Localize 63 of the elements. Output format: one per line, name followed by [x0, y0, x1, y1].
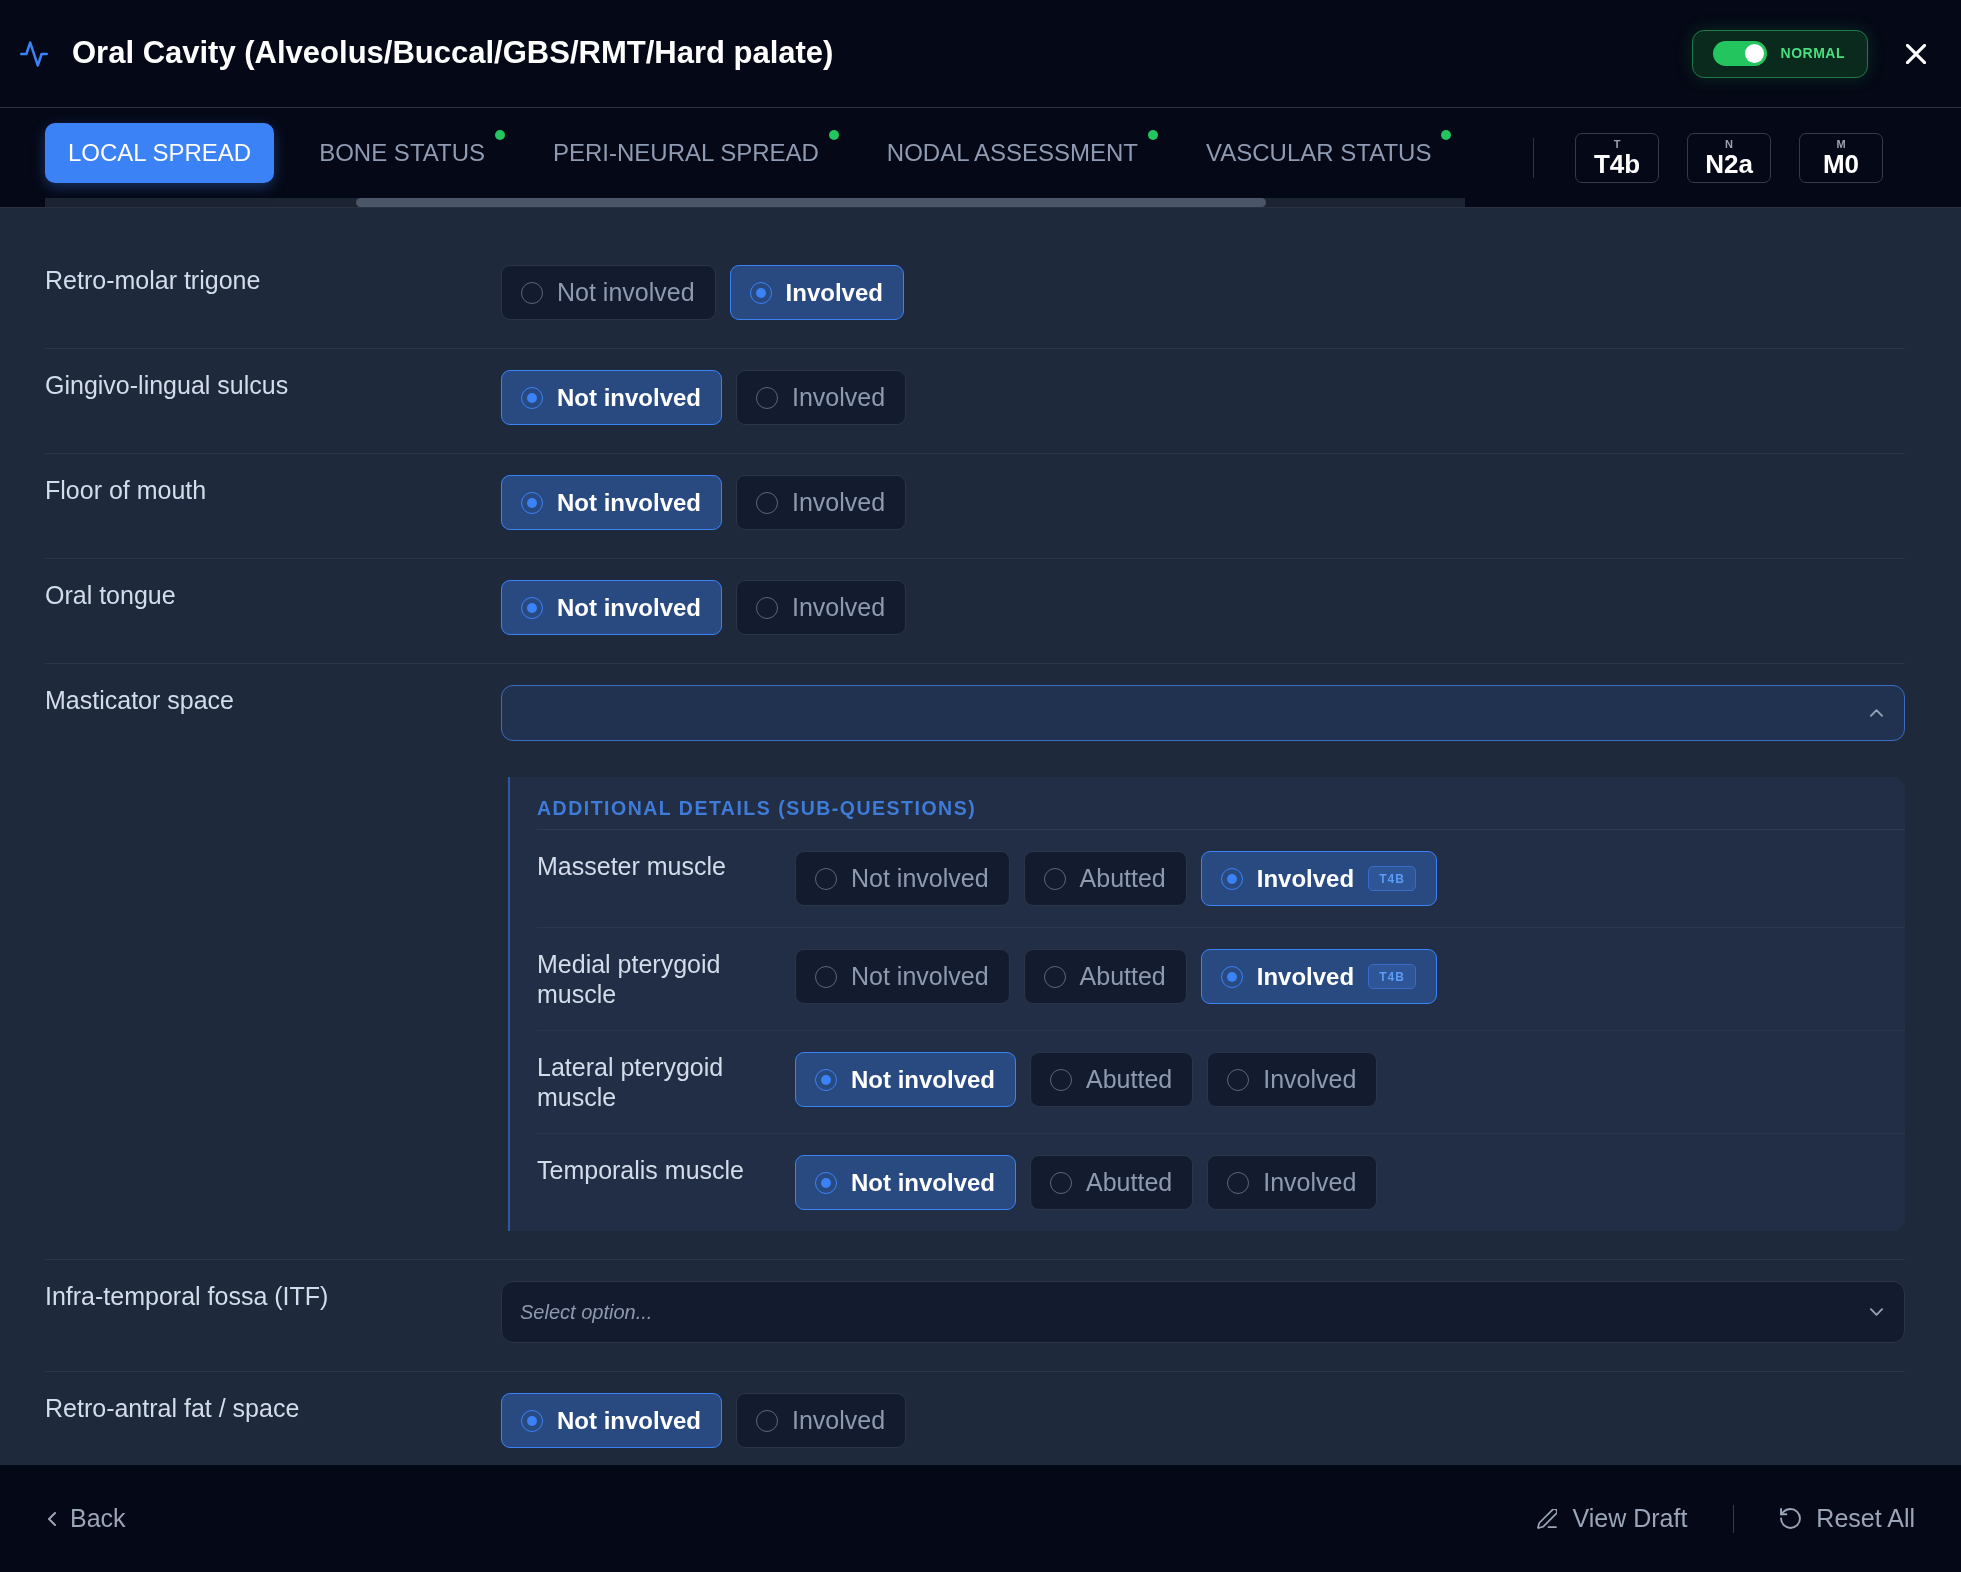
sub-question-label: Lateral pterygoid muscle — [537, 1052, 725, 1112]
pencil-icon — [1537, 1508, 1558, 1529]
pulse-icon — [20, 40, 48, 67]
option-button[interactable]: Involved — [736, 370, 907, 425]
chevron-left-icon — [48, 1511, 56, 1526]
option-button[interactable]: Abutted — [1023, 949, 1187, 1004]
question-label: Floor of mouth — [45, 475, 208, 506]
option-button[interactable]: Involved — [736, 475, 907, 530]
stage-tag: T4B — [1368, 866, 1416, 891]
close-button[interactable] — [1906, 43, 1926, 64]
sub-question-label: Temporalis muscle — [537, 1155, 745, 1186]
option-button[interactable]: Not involved — [501, 1393, 722, 1448]
stage-letter: M — [1836, 137, 1846, 150]
question-label: Retro-antral fat / space — [45, 1393, 301, 1424]
tab[interactable]: PERI-NEURAL SPREAD — [530, 123, 842, 183]
option-button[interactable]: Abutted — [1030, 1052, 1194, 1107]
sub-question-label: Medial pterygoid muscle — [537, 949, 722, 1009]
view-draft-button[interactable]: View Draft — [1537, 1499, 1688, 1538]
back-button[interactable]: Back — [48, 1499, 126, 1538]
sub-question-label: Masseter muscle — [537, 851, 727, 882]
stage-value: M0 — [1822, 149, 1860, 178]
option-button[interactable]: Involved T4B — [1200, 851, 1437, 906]
option-button[interactable]: Not involved — [501, 580, 722, 635]
tab[interactable]: VASCULAR STATUS — [1183, 123, 1455, 183]
option-button[interactable]: Not involved — [795, 949, 1010, 1004]
stage-value: N2a — [1705, 149, 1753, 178]
option-button[interactable]: Involved — [736, 580, 907, 635]
section-heading: ADDITIONAL DETAILS (SUB-QUESTIONS) — [537, 795, 1905, 830]
question-label: Retro-molar trigone — [45, 265, 262, 296]
stage-value: T4b — [1593, 149, 1641, 178]
stage-tag: T4B — [1368, 964, 1416, 989]
option-button[interactable]: Involved T4B — [1200, 949, 1437, 1004]
stage-letter: N — [1725, 137, 1733, 150]
option-button[interactable]: Not involved — [795, 851, 1010, 906]
option-button[interactable]: Involved — [1207, 1155, 1378, 1210]
close-icon — [1906, 43, 1926, 64]
option-button[interactable]: Not involved — [501, 475, 722, 530]
option-button[interactable]: Involved — [1207, 1052, 1378, 1107]
question-label: Oral tongue — [45, 580, 177, 611]
header-title: Oral Cavity (Alveolus/Buccal/GBS/RMT/Hard palate) — [72, 34, 834, 73]
option-button[interactable]: Involved — [736, 1393, 907, 1448]
tab[interactable]: BONE STATUS — [296, 123, 508, 183]
option-button[interactable]: Abutted — [1030, 1155, 1194, 1210]
mode-toggle[interactable]: NORMAL — [1691, 29, 1868, 78]
chevron-down-icon — [1870, 1308, 1883, 1316]
question-label: Masticator space — [45, 685, 235, 716]
option-button[interactable]: Abutted — [1023, 851, 1187, 906]
tab[interactable]: NODAL ASSESSMENT — [863, 123, 1161, 183]
stage-letter: T — [1613, 137, 1621, 150]
circular-arrow-icon — [1780, 1508, 1802, 1529]
scrollbar-thumb[interactable] — [356, 198, 1266, 207]
option-button[interactable]: Not involved — [795, 1155, 1016, 1210]
dropdown-field[interactable]: Select option... — [501, 1281, 1905, 1343]
reset-button[interactable]: Reset All — [1780, 1499, 1915, 1538]
option-button[interactable]: Not involved — [501, 370, 722, 425]
question-label: Gingivo-lingual sulcus — [45, 370, 290, 401]
question-label: Infra-temporal fossa (ITF) — [45, 1281, 330, 1312]
option-button[interactable]: Involved — [729, 265, 904, 320]
chevron-up-icon — [1870, 709, 1883, 717]
option-button[interactable]: Not involved — [795, 1052, 1016, 1107]
dropdown-field[interactable] — [501, 685, 1905, 741]
option-button[interactable]: Not involved — [501, 265, 716, 320]
tab[interactable]: LOCAL SPREAD — [45, 123, 275, 183]
